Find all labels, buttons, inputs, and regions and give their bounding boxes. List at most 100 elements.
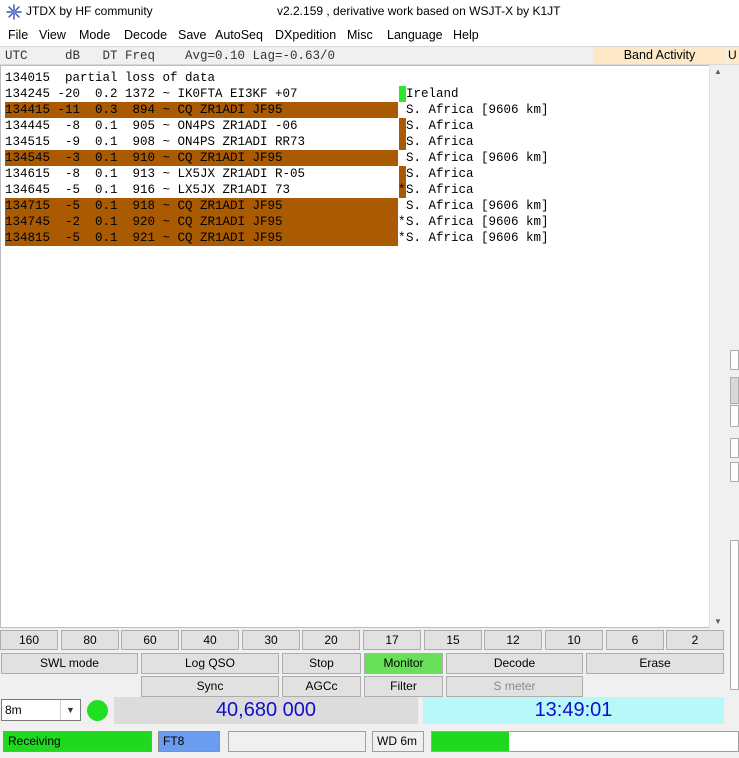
band-20-button[interactable]: 20 xyxy=(302,630,360,650)
band-15-button[interactable]: 15 xyxy=(424,630,482,650)
decode-country: S. Africa [9606 km] xyxy=(406,231,549,245)
decode-country: S. Africa xyxy=(406,183,474,197)
band-30-button[interactable]: 30 xyxy=(242,630,300,650)
decode-row[interactable]: 134745 -2 0.1 920 ~ CQ ZR1ADI JF95 * S. Af… xyxy=(5,214,705,230)
menu-mode[interactable]: Mode xyxy=(79,28,110,42)
agcc-button[interactable]: AGCc xyxy=(282,676,361,697)
decode-row[interactable]: 134445 -8 0.1 905 ~ ON4PS ZR1ADI -06 S. A… xyxy=(5,118,705,134)
decode-country: S. Africa [9606 km] xyxy=(406,215,549,229)
stop-button[interactable]: Stop xyxy=(282,653,361,674)
decode-message: 134415 -11 0.3 894 ~ CQ ZR1ADI JF95 xyxy=(5,103,283,117)
menu-language[interactable]: Language xyxy=(387,28,443,42)
menu-bar: File View Mode Decode Save AutoSeq DXped… xyxy=(0,24,739,46)
decode-star: * xyxy=(398,215,406,229)
decode-marker xyxy=(399,86,406,102)
band-17-button[interactable]: 17 xyxy=(363,630,421,650)
decode-marker xyxy=(399,118,406,134)
decode-message: 134645 -5 0.1 916 ~ LX5JX ZR1ADI 73 xyxy=(5,183,291,197)
second-pane-label: U xyxy=(728,47,739,64)
decode-star: * xyxy=(398,231,406,245)
decode-message: 134745 -2 0.1 920 ~ CQ ZR1ADI JF95 xyxy=(5,215,283,229)
dial-frequency-display: 40,680 000 xyxy=(114,697,418,724)
band-select-combo[interactable]: 8m ▼ xyxy=(1,699,81,721)
period-progress-fill xyxy=(432,732,509,751)
decode-message: 134015 partial loss of data xyxy=(5,71,216,85)
menu-file[interactable]: File xyxy=(8,28,28,42)
right-pane-control[interactable] xyxy=(730,350,739,370)
menu-decode[interactable]: Decode xyxy=(124,28,167,42)
utc-clock-display: 13:49:01 xyxy=(423,697,724,724)
decode-row[interactable]: 134245 -20 0.2 1372 ~ IK0FTA EI3KF +07 Ir… xyxy=(5,86,705,102)
right-pane-control[interactable] xyxy=(730,462,739,482)
swl-mode-button[interactable]: SWL mode xyxy=(1,653,138,674)
decode-country: S. Africa xyxy=(406,167,474,181)
decode-row[interactable]: 134615 -8 0.1 913 ~ LX5JX ZR1ADI R-05 S. … xyxy=(5,166,705,182)
band-160-button[interactable]: 160 xyxy=(0,630,58,650)
menu-dxpedition[interactable]: DXpedition xyxy=(275,28,336,42)
decode-message: 134245 -20 0.2 1372 ~ IK0FTA EI3KF +07 xyxy=(5,87,298,101)
right-pane-control[interactable] xyxy=(730,540,739,690)
status-bar: Receiving FT8 WD 6m xyxy=(0,728,739,758)
right-pane-control[interactable] xyxy=(730,438,739,458)
decode-country: Ireland xyxy=(406,87,459,101)
sync-button[interactable]: Sync xyxy=(141,676,279,697)
jtdx-app-icon xyxy=(6,4,22,20)
band-select-value[interactable]: 8m xyxy=(5,703,22,717)
decode-country: S. Africa [9606 km] xyxy=(406,199,549,213)
band-40-button[interactable]: 40 xyxy=(181,630,239,650)
decode-country: S. Africa xyxy=(406,135,474,149)
decode-row[interactable]: 134515 -9 0.1 908 ~ ON4PS ZR1ADI RR73 S. … xyxy=(5,134,705,150)
decode-row[interactable]: 134545 -3 0.1 910 ~ CQ ZR1ADI JF95 S. Afr… xyxy=(5,150,705,166)
band-6-button[interactable]: 6 xyxy=(606,630,664,650)
right-pane-control[interactable] xyxy=(730,377,739,404)
decode-message: 134445 -8 0.1 905 ~ ON4PS ZR1ADI -06 xyxy=(5,119,298,133)
decode-header: UTC dB DT Freq Avg=0.10 Lag=-0.63/0 Band… xyxy=(0,46,739,65)
monitor-button[interactable]: Monitor xyxy=(364,653,443,674)
period-progress-bar xyxy=(431,731,739,752)
s-meter-button: S meter xyxy=(446,676,583,697)
mode-status: FT8 xyxy=(158,731,220,752)
wd-status: WD 6m xyxy=(372,731,424,752)
right-side-pane xyxy=(727,65,739,758)
chevron-down-icon[interactable]: ▼ xyxy=(60,700,80,720)
decode-row[interactable]: 134815 -5 0.1 921 ~ CQ ZR1ADI JF95 * S. Af… xyxy=(5,230,705,246)
menu-misc[interactable]: Misc xyxy=(347,28,373,42)
decode-columns-label: UTC dB DT Freq Avg=0.10 Lag=-0.63/0 xyxy=(5,49,336,63)
decode-message: 134715 -5 0.1 918 ~ CQ ZR1ADI JF95 xyxy=(5,199,283,213)
band-2-button[interactable]: 2 xyxy=(666,630,724,650)
menu-view[interactable]: View xyxy=(39,28,66,42)
receiving-status: Receiving xyxy=(3,731,152,752)
decode-row[interactable]: 134015 partial loss of data xyxy=(5,70,705,86)
decode-scrollbar[interactable]: ▲ ▼ xyxy=(709,65,726,628)
decode-row[interactable]: 134645 -5 0.1 916 ~ LX5JX ZR1ADI 73 * S. A… xyxy=(5,182,705,198)
decode-message: 134515 -9 0.1 908 ~ ON4PS ZR1ADI RR73 xyxy=(5,135,306,149)
band-activity-label: Band Activity xyxy=(593,47,726,64)
status-field-empty xyxy=(228,731,366,752)
band-buttons-row: 160 80 60 40 30 20 17 15 12 10 6 2 xyxy=(0,630,726,651)
app-title: JTDX by HF community xyxy=(26,4,153,18)
menu-autoseq[interactable]: AutoSeq xyxy=(215,28,263,42)
scroll-up-icon[interactable]: ▲ xyxy=(714,67,722,76)
menu-save[interactable]: Save xyxy=(178,28,207,42)
title-bar: JTDX by HF community v2.2.159 , derivati… xyxy=(0,0,739,24)
decode-country: S. Africa [9606 km] xyxy=(406,103,549,117)
decode-row[interactable]: 134715 -5 0.1 918 ~ CQ ZR1ADI JF95 S. Afr… xyxy=(5,198,705,214)
decode-country: S. Africa xyxy=(406,119,474,133)
band-10-button[interactable]: 10 xyxy=(545,630,603,650)
decode-button[interactable]: Decode xyxy=(446,653,583,674)
scroll-down-icon[interactable]: ▼ xyxy=(714,617,722,626)
decode-marker xyxy=(399,166,406,182)
erase-button[interactable]: Erase xyxy=(586,653,724,674)
decode-message: 134815 -5 0.1 921 ~ CQ ZR1ADI JF95 xyxy=(5,231,283,245)
decode-star: * xyxy=(398,183,406,197)
right-pane-control[interactable] xyxy=(730,405,739,427)
decode-row[interactable]: 134415 -11 0.3 894 ~ CQ ZR1ADI JF95 S. Af… xyxy=(5,102,705,118)
log-qso-button[interactable]: Log QSO xyxy=(141,653,279,674)
band-80-button[interactable]: 80 xyxy=(61,630,119,650)
decode-marker xyxy=(399,134,406,150)
band-activity-pane[interactable]: 134015 partial loss of data 134245 -20 0.… xyxy=(0,65,726,628)
band-12-button[interactable]: 12 xyxy=(484,630,542,650)
menu-help[interactable]: Help xyxy=(453,28,479,42)
filter-button[interactable]: Filter xyxy=(364,676,443,697)
band-60-button[interactable]: 60 xyxy=(121,630,179,650)
